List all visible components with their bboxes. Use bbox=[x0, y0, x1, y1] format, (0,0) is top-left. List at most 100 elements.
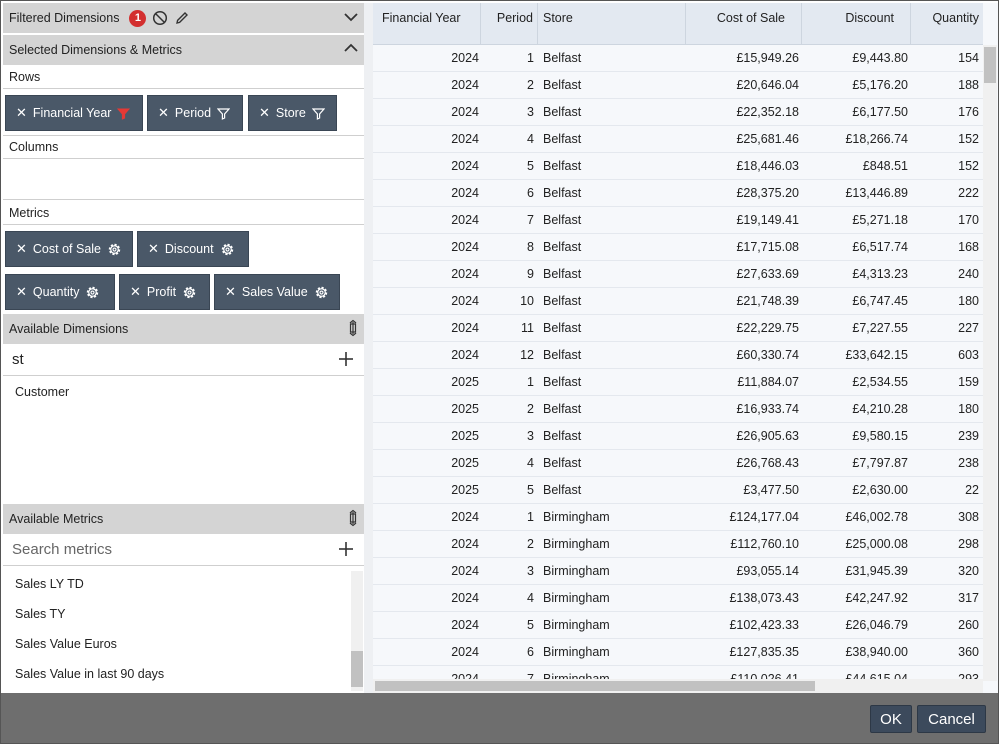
metric-chip-discount[interactable]: ✕ Discount bbox=[137, 231, 249, 267]
grid-vertical-scrollbar[interactable] bbox=[983, 45, 997, 681]
remove-icon[interactable]: ✕ bbox=[259, 105, 270, 121]
remove-icon[interactable]: ✕ bbox=[16, 241, 27, 257]
available-metrics-header[interactable]: Available Metrics bbox=[3, 504, 364, 534]
row-chip-store[interactable]: ✕ Store bbox=[248, 95, 337, 131]
filter-icon[interactable] bbox=[311, 107, 325, 120]
filter-icon[interactable] bbox=[217, 107, 231, 120]
selected-dimensions-header[interactable]: Selected Dimensions & Metrics bbox=[3, 35, 364, 65]
dimension-search-input[interactable] bbox=[12, 351, 312, 368]
column-header-cost-of-sale[interactable]: Cost of Sale bbox=[686, 3, 802, 45]
ok-button[interactable]: OK bbox=[870, 705, 912, 733]
scrollbar-thumb[interactable] bbox=[375, 681, 815, 691]
table-row[interactable]: 2024 12 Belfast £60,330.74 £33,642.15 603 bbox=[373, 342, 983, 369]
selected-dimensions-label: Selected Dimensions & Metrics bbox=[9, 43, 182, 57]
column-header-period[interactable]: Period bbox=[481, 3, 538, 45]
scrollbar-thumb[interactable] bbox=[984, 47, 996, 83]
table-row[interactable]: 2024 11 Belfast £22,229.75 £7,227.55 227 bbox=[373, 315, 983, 342]
column-header-quantity[interactable]: Quantity bbox=[911, 3, 983, 45]
metric-item-sales-value-euros[interactable]: Sales Value Euros bbox=[15, 637, 117, 651]
column-header-store[interactable]: Store bbox=[538, 3, 686, 45]
metric-search-input[interactable] bbox=[12, 541, 312, 558]
columns-drop-area[interactable] bbox=[3, 160, 364, 200]
edit-filters-icon[interactable] bbox=[174, 10, 190, 26]
table-row[interactable]: 2025 3 Belfast £26,905.63 £9,580.15 239 bbox=[373, 423, 983, 450]
metric-chip-quantity[interactable]: ✕ Quantity bbox=[5, 274, 115, 310]
cell-cost-of-sale: £112,760.10 bbox=[730, 537, 799, 551]
table-row[interactable]: 2025 4 Belfast £26,768.43 £7,797.87 238 bbox=[373, 450, 983, 477]
add-dimension-icon[interactable] bbox=[338, 351, 354, 367]
gear-icon[interactable] bbox=[220, 242, 235, 257]
table-row[interactable]: 2024 5 Belfast £18,446.03 £848.51 152 bbox=[373, 153, 983, 180]
table-row[interactable]: 2025 5 Belfast £3,477.50 £2,630.00 22 bbox=[373, 477, 983, 504]
cell-cost-of-sale: £28,375.20 bbox=[736, 186, 799, 200]
table-row[interactable]: 2024 7 Belfast £19,149.41 £5,271.18 170 bbox=[373, 207, 983, 234]
clear-filters-icon[interactable] bbox=[152, 10, 168, 26]
table-row[interactable]: 2024 9 Belfast £27,633.69 £4,313.23 240 bbox=[373, 261, 983, 288]
cell-quantity: 298 bbox=[958, 537, 979, 551]
available-dimensions-header[interactable]: Available Dimensions bbox=[3, 314, 364, 344]
table-row[interactable]: 2024 1 Birmingham £124,177.04 £46,002.78 308 bbox=[373, 504, 983, 531]
chevron-down-icon[interactable] bbox=[342, 8, 360, 26]
metric-chip-cost-of-sale[interactable]: ✕ Cost of Sale bbox=[5, 231, 133, 267]
filtered-dimensions-header[interactable]: Filtered Dimensions 1 bbox=[3, 3, 364, 33]
metric-item-sales-ly-td[interactable]: Sales LY TD bbox=[15, 577, 84, 591]
table-row[interactable]: 2024 5 Birmingham £102,423.33 £26,046.79 260 bbox=[373, 612, 983, 639]
remove-icon[interactable]: ✕ bbox=[16, 105, 27, 121]
table-row[interactable]: 2025 1 Belfast £11,884.07 £2,534.55 159 bbox=[373, 369, 983, 396]
cell-financial-year: 2024 bbox=[451, 321, 479, 335]
remove-icon[interactable]: ✕ bbox=[130, 284, 141, 300]
table-row[interactable]: 2024 2 Birmingham £112,760.10 £25,000.08 298 bbox=[373, 531, 983, 558]
cell-cost-of-sale: £60,330.74 bbox=[736, 348, 799, 362]
results-grid: Financial Year Period Store Cost of Sale… bbox=[373, 3, 998, 693]
remove-icon[interactable]: ✕ bbox=[158, 105, 169, 121]
cell-quantity: 227 bbox=[958, 321, 979, 335]
cell-period: 5 bbox=[527, 159, 534, 173]
table-row[interactable]: 2024 10 Belfast £21,748.39 £6,747.45 180 bbox=[373, 288, 983, 315]
table-row[interactable]: 2024 4 Birmingham £138,073.43 £42,247.92 317 bbox=[373, 585, 983, 612]
remove-icon[interactable]: ✕ bbox=[16, 284, 27, 300]
cell-discount: £6,177.50 bbox=[852, 105, 908, 119]
row-chip-period[interactable]: ✕ Period bbox=[147, 95, 243, 131]
panel-splitter[interactable] bbox=[364, 3, 373, 693]
cell-discount: £848.51 bbox=[862, 159, 908, 173]
cell-store: Belfast bbox=[543, 348, 582, 362]
gear-icon[interactable] bbox=[182, 285, 197, 300]
metric-item-sales-ty[interactable]: Sales TY bbox=[15, 607, 66, 621]
table-row[interactable]: 2024 2 Belfast £20,646.04 £5,176.20 188 bbox=[373, 72, 983, 99]
metric-item-sales-value-90-days[interactable]: Sales Value in last 90 days bbox=[15, 667, 164, 681]
filter-active-icon[interactable] bbox=[117, 107, 131, 120]
metric-chip-sales-value[interactable]: ✕ Sales Value bbox=[214, 274, 340, 310]
cell-financial-year: 2024 bbox=[451, 348, 479, 362]
cell-financial-year: 2024 bbox=[451, 132, 479, 146]
table-row[interactable]: 2024 8 Belfast £17,715.08 £6,517.74 168 bbox=[373, 234, 983, 261]
resize-icon[interactable] bbox=[344, 509, 362, 527]
table-row[interactable]: 2024 6 Belfast £28,375.20 £13,446.89 222 bbox=[373, 180, 983, 207]
dimension-item-customer[interactable]: Customer bbox=[15, 385, 69, 399]
metrics-scrollbar[interactable] bbox=[351, 571, 363, 691]
grid-horizontal-scrollbar[interactable] bbox=[373, 679, 983, 693]
gear-icon[interactable] bbox=[85, 285, 100, 300]
table-row[interactable]: 2024 4 Belfast £25,681.46 £18,266.74 152 bbox=[373, 126, 983, 153]
gear-icon[interactable] bbox=[107, 242, 122, 257]
column-header-discount[interactable]: Discount bbox=[802, 3, 911, 45]
row-chip-financial-year[interactable]: ✕ Financial Year bbox=[5, 95, 143, 131]
table-row[interactable]: 2024 1 Belfast £15,949.26 £9,443.80 154 bbox=[373, 45, 983, 72]
table-row[interactable]: 2025 2 Belfast £16,933.74 £4,210.28 180 bbox=[373, 396, 983, 423]
resize-icon[interactable] bbox=[344, 319, 362, 337]
cancel-button[interactable]: Cancel bbox=[917, 705, 986, 733]
scrollbar-thumb[interactable] bbox=[351, 651, 363, 687]
cell-financial-year: 2024 bbox=[451, 78, 479, 92]
gear-icon[interactable] bbox=[314, 285, 329, 300]
table-row[interactable]: 2024 6 Birmingham £127,835.35 £38,940.00 360 bbox=[373, 639, 983, 666]
cell-period: 6 bbox=[527, 186, 534, 200]
table-row[interactable]: 2024 3 Belfast £22,352.18 £6,177.50 176 bbox=[373, 99, 983, 126]
remove-icon[interactable]: ✕ bbox=[225, 284, 236, 300]
add-metric-icon[interactable] bbox=[338, 541, 354, 557]
chevron-up-icon[interactable] bbox=[342, 39, 360, 57]
cell-period: 1 bbox=[527, 510, 534, 524]
metric-chip-profit[interactable]: ✕ Profit bbox=[119, 274, 210, 310]
table-row[interactable]: 2024 3 Birmingham £93,055.14 £31,945.39 320 bbox=[373, 558, 983, 585]
cell-discount: £4,210.28 bbox=[852, 402, 908, 416]
column-header-financial-year[interactable]: Financial Year bbox=[373, 3, 481, 45]
remove-icon[interactable]: ✕ bbox=[148, 241, 159, 257]
